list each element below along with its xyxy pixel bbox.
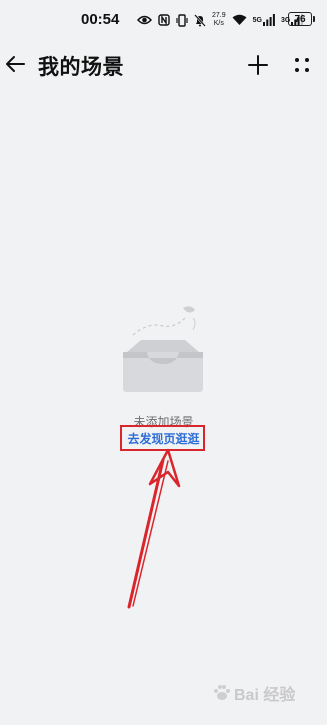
- watermark: Bai 经验: [212, 681, 295, 705]
- page-title: 我的场景: [38, 55, 124, 79]
- mute-bell-icon: [194, 13, 206, 27]
- net-5g-label: 5G: [252, 16, 262, 24]
- signal-5g: 5G: [253, 14, 275, 26]
- add-scene-button[interactable]: [246, 53, 270, 77]
- annotation-highlight-box: [120, 425, 205, 451]
- network-speed: 27.9 K/s: [212, 12, 226, 28]
- empty-box-icon: [123, 306, 203, 392]
- wifi-icon: [232, 14, 247, 26]
- plus-icon: [248, 55, 268, 75]
- speed-value: 27.9: [212, 12, 226, 19]
- signal-icon: [262, 14, 275, 26]
- battery-level: 76: [294, 13, 306, 25]
- status-bar: 00:54 27.9 K/s 5G 3G 76: [0, 0, 327, 40]
- status-time: 00:54: [81, 11, 120, 28]
- header: 我的场景: [0, 44, 327, 88]
- back-button[interactable]: [4, 52, 28, 76]
- battery-icon: 76: [288, 12, 315, 26]
- more-dots-icon: [295, 58, 309, 72]
- paw-logo-icon: [214, 685, 230, 700]
- watermark-text: Bai 经验: [234, 687, 296, 704]
- status-icons: 27.9 K/s 5G 3G: [137, 10, 304, 30]
- vibrate-icon: [176, 13, 188, 27]
- screen: 00:54 27.9 K/s 5G 3G 76 我的场景 未添加场景 去发现页逛…: [0, 0, 327, 725]
- eye-icon: [137, 14, 152, 26]
- nfc-icon: [158, 14, 170, 26]
- more-button[interactable]: [292, 53, 312, 77]
- back-arrow-icon: [6, 56, 25, 72]
- speed-unit: K/s: [213, 20, 224, 27]
